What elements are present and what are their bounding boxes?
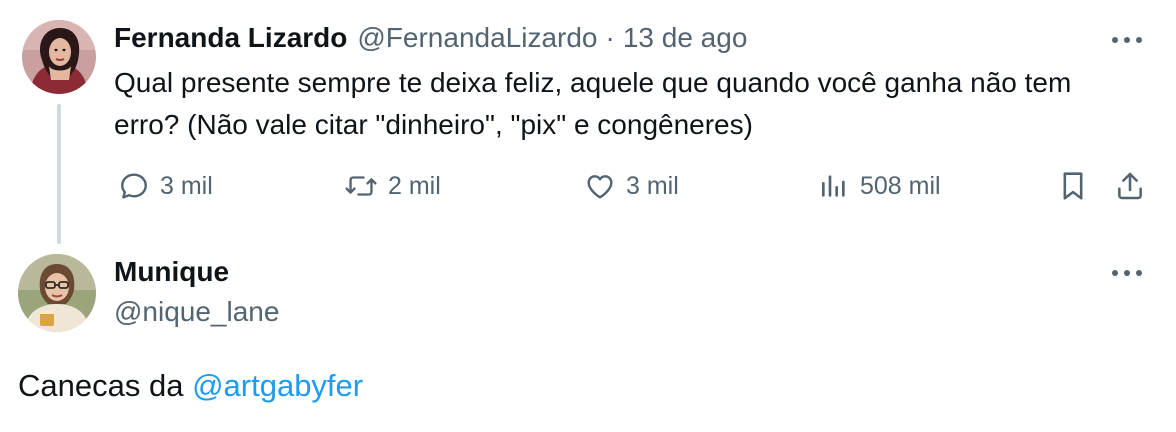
parent-tweet-text: Qual presente sempre te deixa feliz, aqu… <box>114 67 1072 140</box>
share-button[interactable] <box>1114 168 1146 204</box>
profile-photo-avatar-icon <box>18 254 96 332</box>
heart-icon <box>587 175 613 199</box>
reply-author-name[interactable]: Munique <box>114 254 229 290</box>
munique-avatar[interactable] <box>18 254 96 332</box>
retweet-button[interactable]: 2 mil <box>344 168 441 204</box>
header-separator: · <box>605 22 615 53</box>
reply-author-handle[interactable]: @nique_lane <box>114 294 279 330</box>
share-icon <box>1118 172 1142 200</box>
author-name[interactable]: Fernanda Lizardo <box>114 22 347 54</box>
mention-link[interactable]: @artgabyfer <box>192 368 363 403</box>
retweet-count: 2 mil <box>388 171 441 200</box>
views-button[interactable]: 508 mil <box>818 168 941 204</box>
reply-button[interactable]: 3 mil <box>118 168 213 204</box>
more-horizontal-icon <box>1112 270 1118 276</box>
reply-count: 3 mil <box>160 171 213 200</box>
bookmark-icon <box>1063 172 1083 200</box>
views-count: 508 mil <box>860 171 941 200</box>
fernanda-avatar[interactable] <box>22 20 96 94</box>
reply-text-prefix: Canecas da <box>18 368 193 403</box>
reply-icon <box>121 173 147 199</box>
thread-connector-line <box>57 104 61 244</box>
reply-more-options-button[interactable] <box>1112 268 1142 278</box>
bookmark-button[interactable] <box>1058 168 1088 204</box>
tweet-timestamp[interactable]: 13 de ago <box>623 22 748 54</box>
like-count: 3 mil <box>626 171 679 200</box>
views-icon <box>822 175 845 197</box>
more-options-button[interactable] <box>1112 35 1142 45</box>
parent-tweet-header: Fernanda Lizardo @FernandaLizardo · 13 d… <box>114 20 747 56</box>
author-handle[interactable]: @FernandaLizardo <box>357 22 597 54</box>
retweet-icon <box>345 176 377 196</box>
profile-photo-avatar-icon <box>22 20 96 94</box>
like-button[interactable]: 3 mil <box>584 168 679 204</box>
more-horizontal-icon <box>1112 37 1118 43</box>
reply-tweet-text: Canecas da @artgabyfer <box>18 364 363 408</box>
